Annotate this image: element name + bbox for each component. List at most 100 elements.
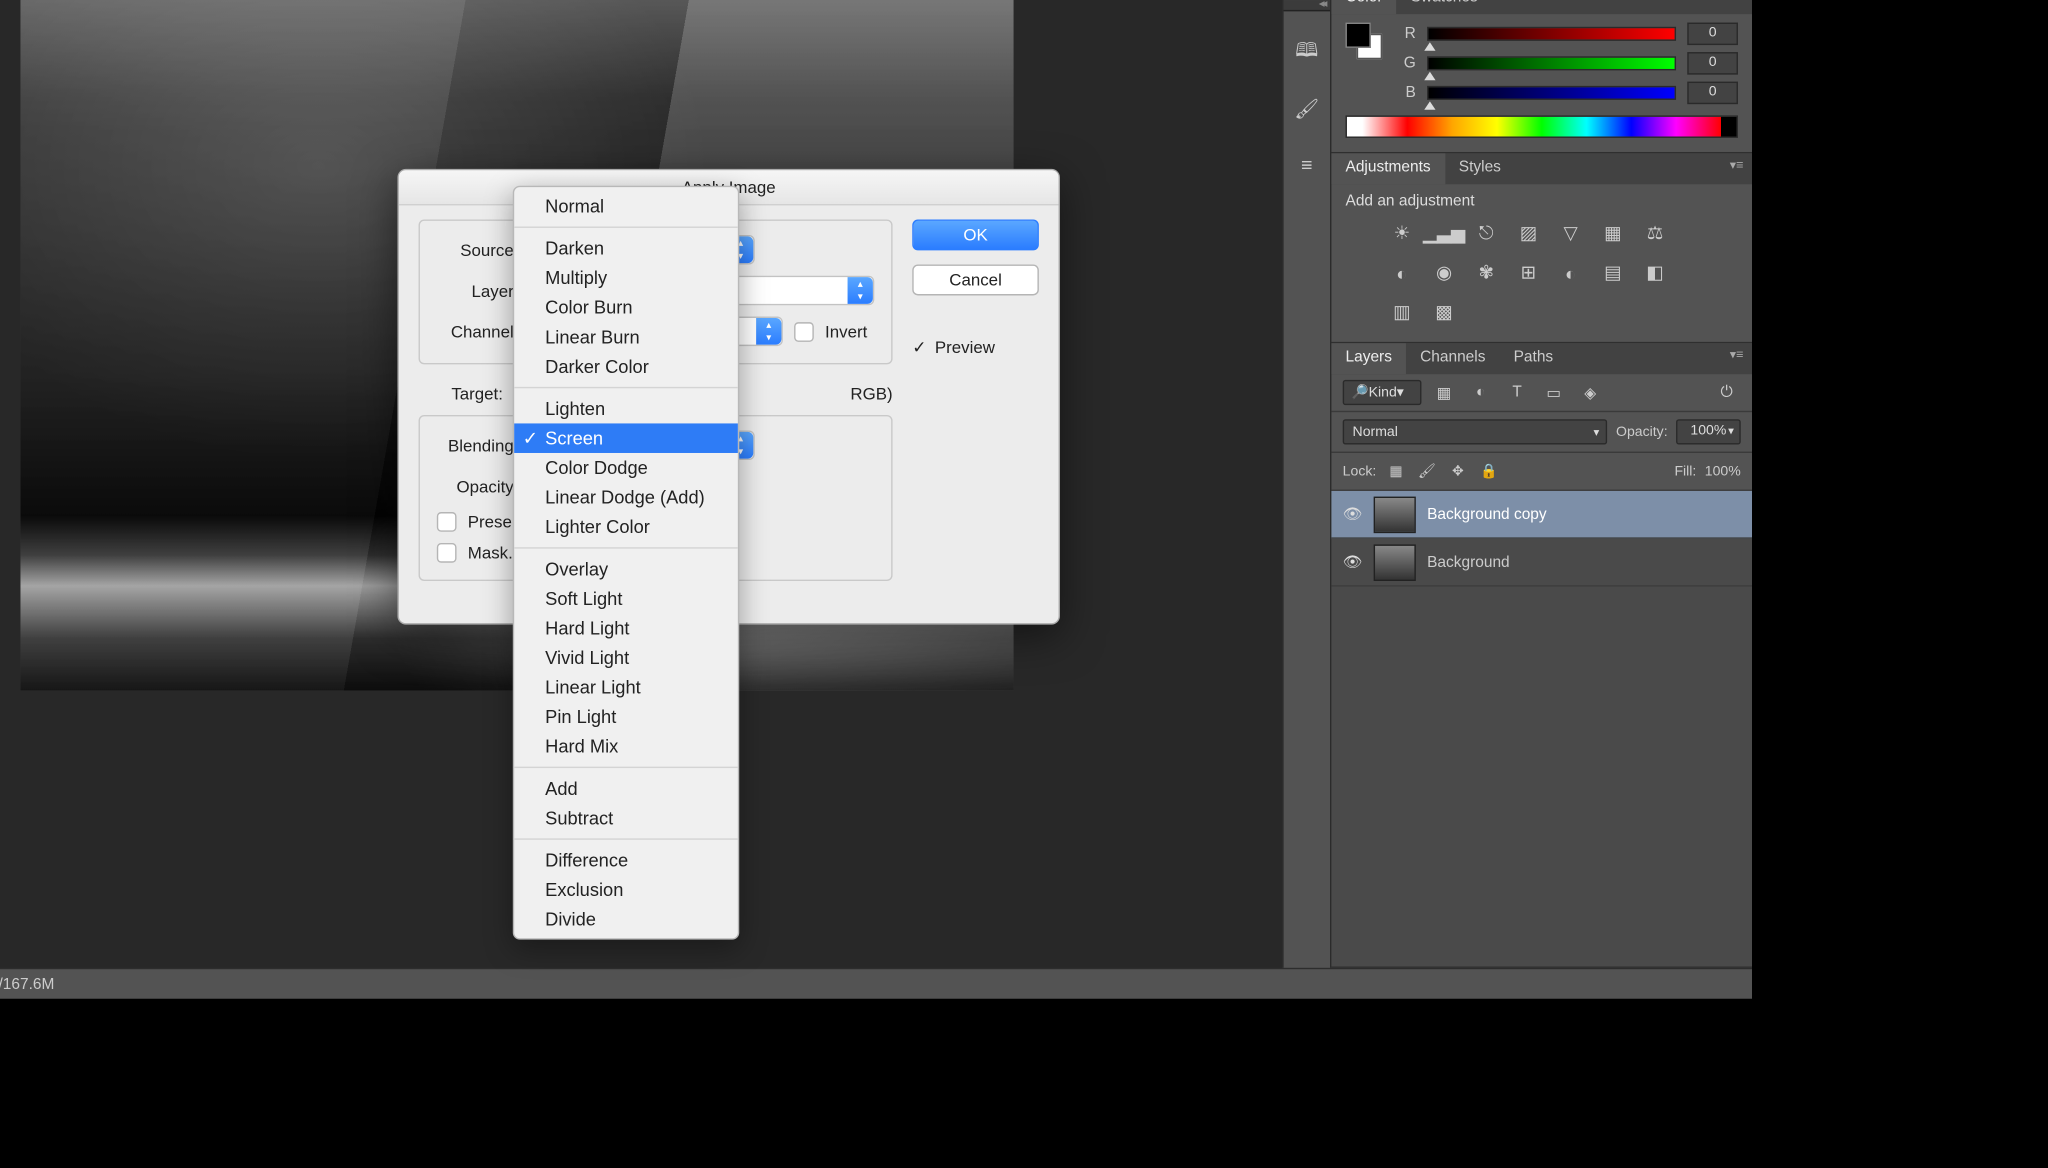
panel-menu-icon[interactable]: ▾≡ <box>1721 153 1752 184</box>
filter-toggle-icon[interactable]: ⏻ <box>1713 380 1741 405</box>
blend-option[interactable]: Overlay <box>514 554 738 584</box>
blend-option[interactable]: Vivid Light <box>514 643 738 673</box>
color-ramp[interactable] <box>1345 115 1737 138</box>
blend-option[interactable]: Darken <box>514 234 738 264</box>
tab-channels[interactable]: Channels <box>1406 343 1500 374</box>
layer-opacity-field[interactable]: 100% <box>1676 419 1741 444</box>
filter-type-icon[interactable]: T <box>1503 380 1531 405</box>
preview-label: Preview <box>935 338 995 358</box>
lock-trans-icon[interactable]: ▦ <box>1385 460 1408 483</box>
b-slider[interactable] <box>1427 86 1676 100</box>
blend-option[interactable]: Color Dodge <box>514 453 738 483</box>
layer-blend-dropdown[interactable]: Normal <box>1343 419 1608 444</box>
g-value[interactable]: 0 <box>1687 52 1738 75</box>
cancel-button[interactable]: Cancel <box>912 264 1039 295</box>
mask-checkbox[interactable] <box>437 543 457 563</box>
blend-option[interactable]: Darker Color <box>514 352 738 382</box>
blend-option[interactable]: Difference <box>514 845 738 875</box>
blend-option[interactable]: Subtract <box>514 803 738 833</box>
b-value[interactable]: 0 <box>1687 82 1738 105</box>
blend-option[interactable]: Multiply <box>514 263 738 293</box>
brightness-icon[interactable]: ☀ <box>1388 221 1416 246</box>
curves-icon[interactable]: ⎋ <box>1472 221 1500 246</box>
levels-icon[interactable]: ▁▃▅ <box>1430 221 1458 246</box>
visibility-icon[interactable]: 👁 <box>1343 553 1363 571</box>
bw-icon[interactable]: ◐ <box>1388 260 1416 285</box>
blend-option[interactable]: Divide <box>514 904 738 934</box>
lock-all-icon[interactable]: 🔒 <box>1478 460 1501 483</box>
tab-color[interactable]: Color <box>1331 0 1396 14</box>
gradientmap-icon[interactable]: ▥ <box>1388 300 1416 325</box>
fill-label: Fill: <box>1674 464 1696 479</box>
lock-pixels-icon[interactable]: 🖌 <box>1416 460 1439 483</box>
layer-name: Background <box>1427 554 1510 571</box>
blend-option[interactable]: Exclusion <box>514 875 738 905</box>
layer-thumbnail[interactable] <box>1374 496 1416 533</box>
blend-option[interactable]: Linear Dodge (Add) <box>514 483 738 513</box>
properties-panel-icon[interactable]: ≡ <box>1291 149 1322 180</box>
menu-separator <box>514 547 738 548</box>
visibility-icon[interactable]: 👁 <box>1343 505 1363 523</box>
posterize-icon[interactable]: ▤ <box>1599 260 1627 285</box>
hue-icon[interactable]: ▦ <box>1599 221 1627 246</box>
photofilter-icon[interactable]: ◉ <box>1430 260 1458 285</box>
panel-menu-icon[interactable]: ▾≡ <box>1721 0 1752 14</box>
layer-name: Background copy <box>1427 506 1547 523</box>
blend-option[interactable]: Add <box>514 774 738 804</box>
exposure-icon[interactable]: ▨ <box>1514 221 1542 246</box>
brush-panel-icon[interactable]: 🖌 <box>1291 93 1322 124</box>
r-slider[interactable] <box>1427 27 1676 41</box>
blend-option[interactable]: Hard Mix <box>514 731 738 761</box>
filter-shape-icon[interactable]: ▭ <box>1540 380 1568 405</box>
selectivecolor-icon[interactable]: ▩ <box>1430 300 1458 325</box>
tab-paths[interactable]: Paths <box>1500 343 1568 374</box>
history-panel-icon[interactable]: 🕮 <box>1291 37 1322 68</box>
invert-label: Invert <box>825 321 867 341</box>
invert-icon[interactable]: ◐ <box>1556 260 1584 285</box>
layer-item[interactable]: 👁 Background copy <box>1331 491 1752 539</box>
opacity-label: Opacity: <box>1616 424 1668 439</box>
channelmixer-icon[interactable]: ✾ <box>1472 260 1500 285</box>
blend-mode-menu[interactable]: Normal DarkenMultiplyColor BurnLinear Bur… <box>513 186 739 940</box>
tab-layers[interactable]: Layers <box>1331 343 1406 374</box>
g-slider[interactable] <box>1427 56 1676 70</box>
layer-item[interactable]: 👁 Background <box>1331 539 1752 587</box>
tab-adjustments[interactable]: Adjustments <box>1331 153 1444 184</box>
opacity-label: Opacity: <box>437 476 519 496</box>
target-value: RGB) <box>850 384 892 404</box>
layer-thumbnail[interactable] <box>1374 544 1416 581</box>
panel-menu-icon[interactable]: ▾≡ <box>1721 343 1752 374</box>
blend-option[interactable]: Screen <box>514 423 738 453</box>
blend-option[interactable]: Lighter Color <box>514 512 738 542</box>
tab-styles[interactable]: Styles <box>1445 153 1515 184</box>
status-bar: 33.33% ⊘ Doc: 71.8M/167.6M <box>0 968 1752 999</box>
layer-fill-field[interactable]: 100% <box>1705 464 1741 479</box>
vibrance-icon[interactable]: ▽ <box>1556 221 1584 246</box>
colorbalance-icon[interactable]: ⚖ <box>1641 221 1669 246</box>
ok-button[interactable]: OK <box>912 219 1039 250</box>
adjustments-panel: Adjustments Styles ▾≡ Add an adjustment … <box>1331 153 1752 343</box>
threshold-icon[interactable]: ◧ <box>1641 260 1669 285</box>
lock-position-icon[interactable]: ✥ <box>1447 460 1470 483</box>
layer-filter-kind[interactable]: 🔎 Kind ▾ <box>1343 380 1422 405</box>
fg-bg-swatch[interactable] <box>1345 23 1382 60</box>
invert-checkbox[interactable] <box>794 321 814 341</box>
blend-option[interactable]: Normal <box>514 191 738 221</box>
blend-option[interactable]: Color Burn <box>514 293 738 323</box>
blend-option[interactable]: Hard Light <box>514 613 738 643</box>
filter-adjust-icon[interactable]: ◐ <box>1466 380 1494 405</box>
blend-option[interactable]: Lighten <box>514 394 738 424</box>
blend-option[interactable]: Linear Light <box>514 672 738 702</box>
blend-option[interactable]: Linear Burn <box>514 322 738 352</box>
filter-pixel-icon[interactable]: ▦ <box>1430 380 1458 405</box>
filter-smart-icon[interactable]: ◈ <box>1576 380 1604 405</box>
preserve-checkbox[interactable] <box>437 512 457 532</box>
preview-checkbox[interactable]: ✓ <box>912 338 926 358</box>
r-value[interactable]: 0 <box>1687 23 1738 46</box>
doc-status[interactable]: Doc: 71.8M/167.6M <box>0 975 54 993</box>
blend-option[interactable]: Pin Light <box>514 702 738 732</box>
g-label: G <box>1399 55 1416 72</box>
tab-swatches[interactable]: Swatches <box>1397 0 1492 14</box>
blend-option[interactable]: Soft Light <box>514 584 738 614</box>
colorlookup-icon[interactable]: ⊞ <box>1514 260 1542 285</box>
